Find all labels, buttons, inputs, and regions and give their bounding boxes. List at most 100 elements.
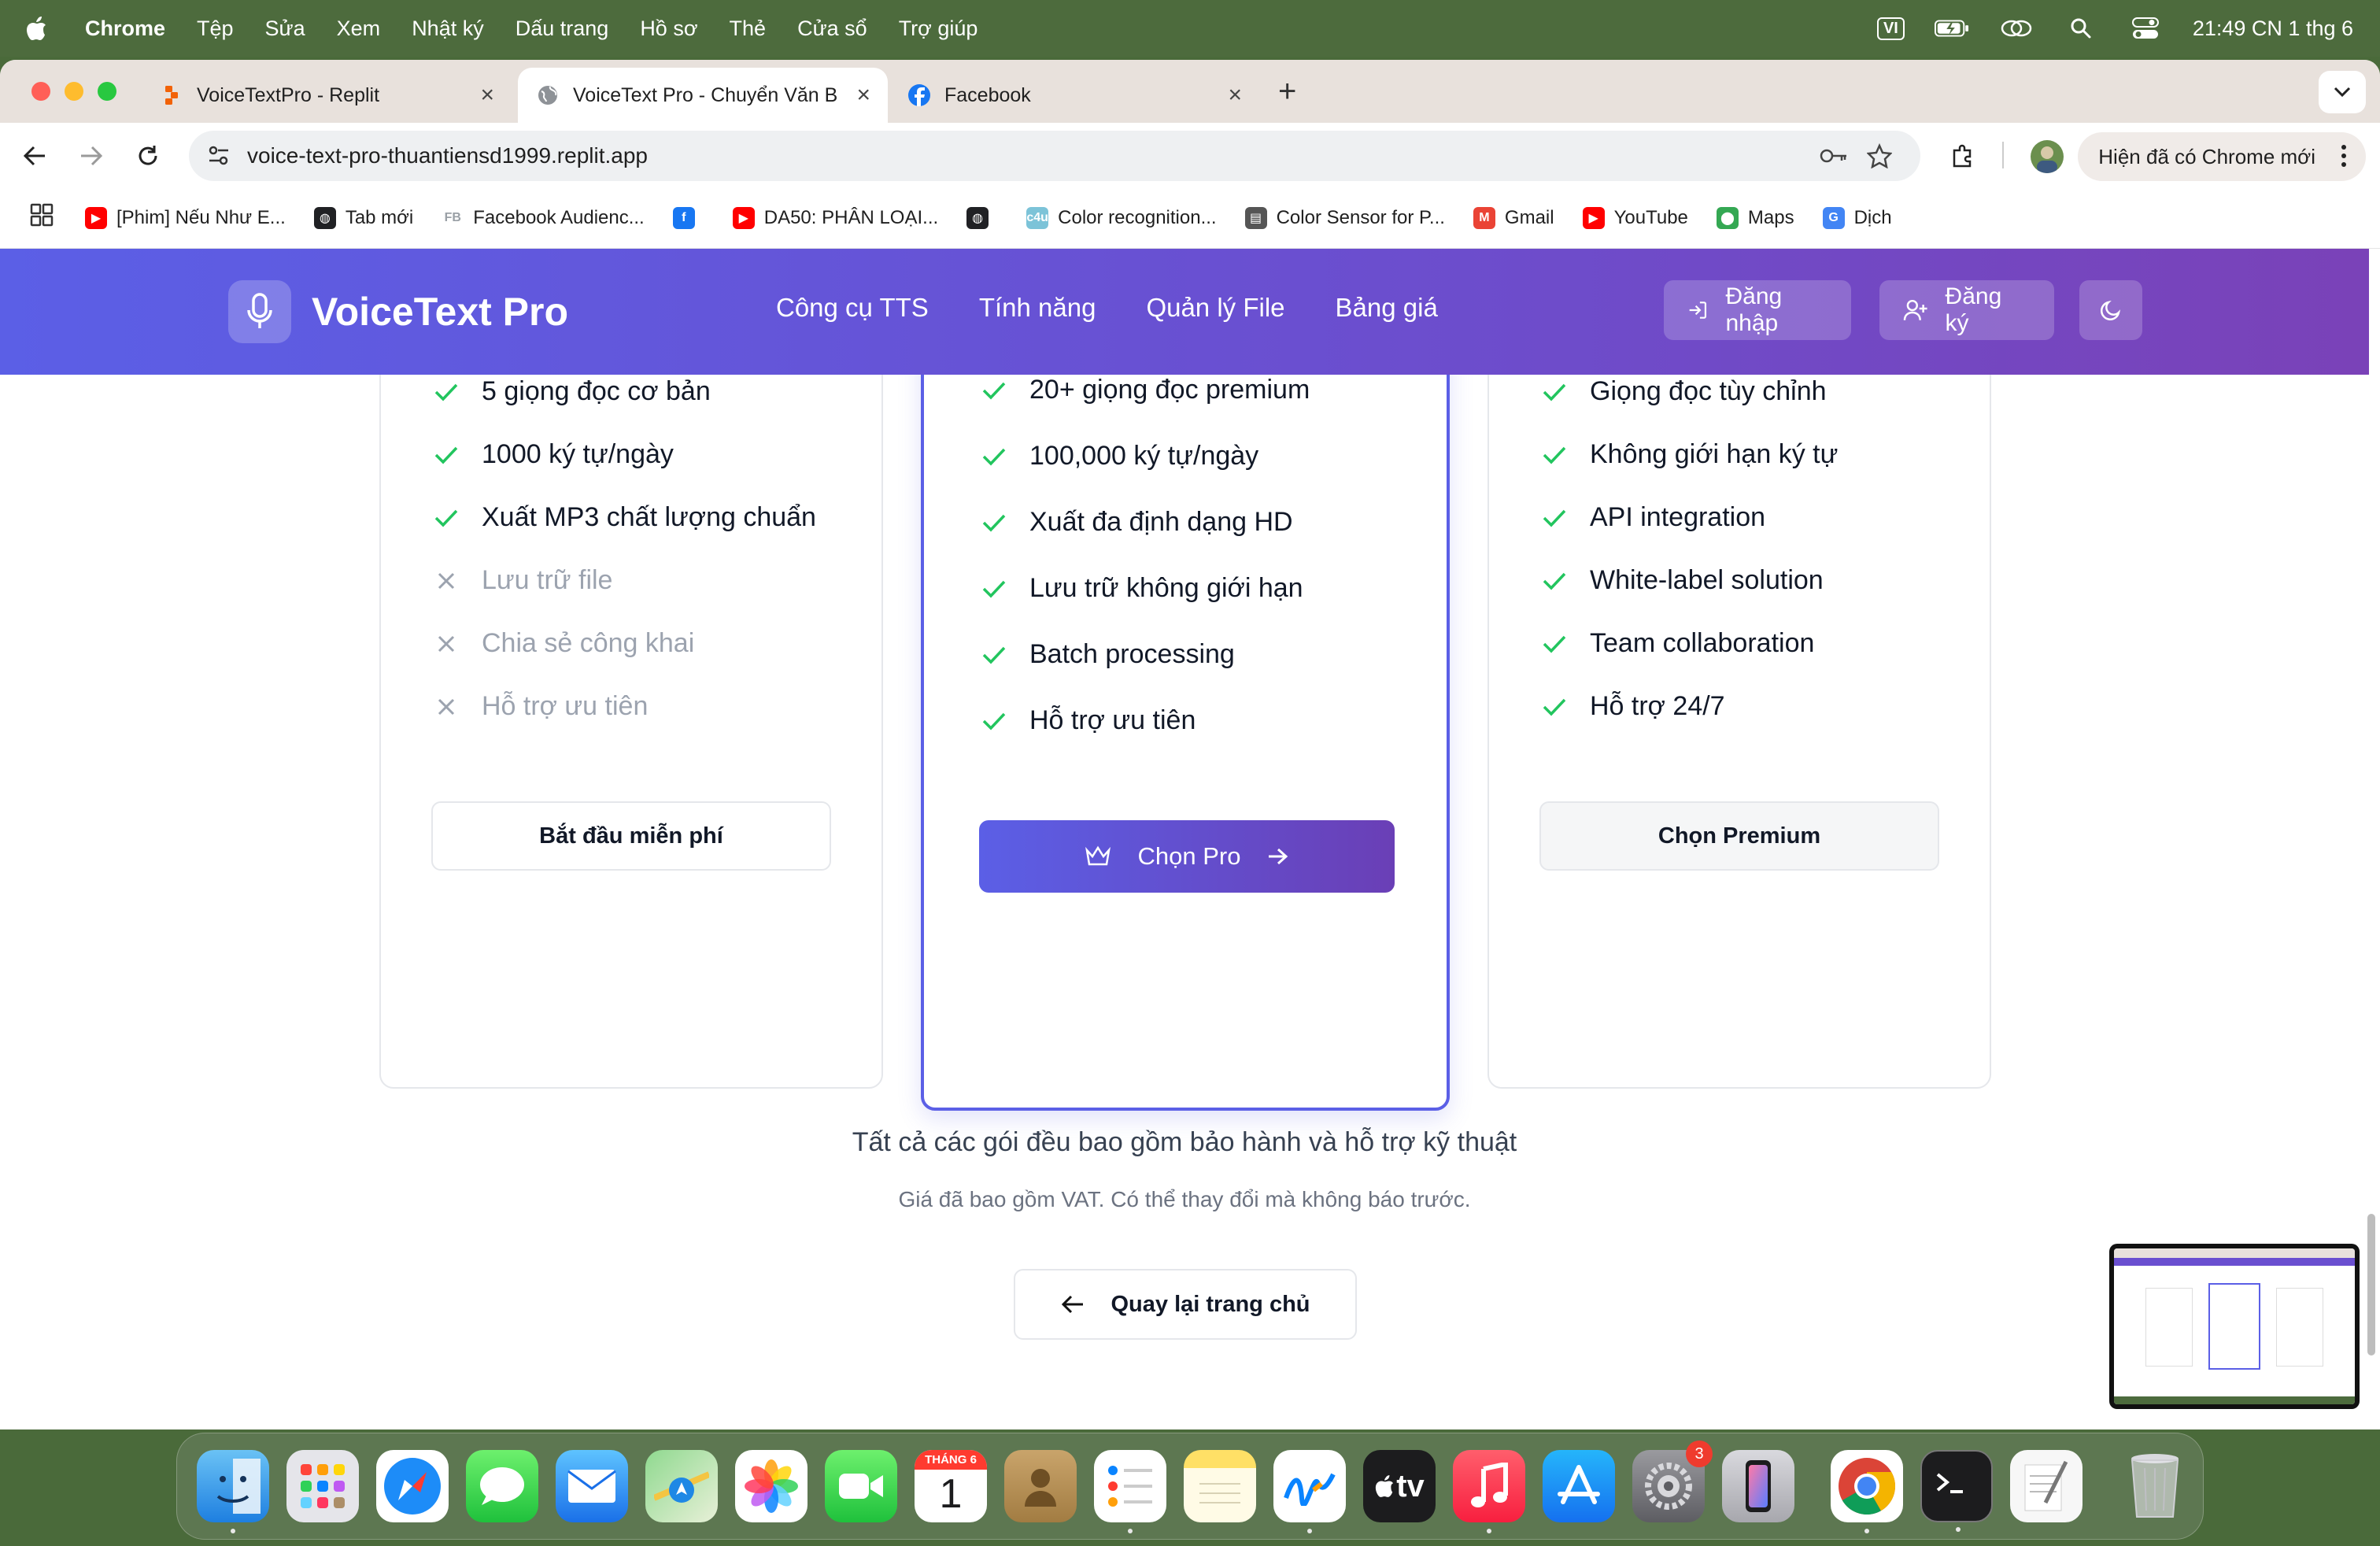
bookmark-item[interactable]: c4u Color recognition... — [1026, 206, 1217, 229]
tab-replit[interactable]: VoiceTextPro - Replit × — [142, 68, 512, 123]
new-tab-button[interactable]: + — [1278, 74, 1296, 109]
zoom-window-button[interactable] — [98, 82, 116, 101]
apps-grid-icon[interactable] — [30, 203, 54, 232]
facetime-icon[interactable] — [825, 1450, 897, 1522]
close-tab-icon[interactable]: × — [856, 82, 870, 109]
login-button[interactable]: Đăng nhập — [1664, 280, 1851, 340]
control-center-icon[interactable] — [2128, 17, 2163, 40]
apple-menu-icon[interactable] — [25, 15, 49, 42]
register-button[interactable]: Đăng ký — [1879, 280, 2054, 340]
tv-icon[interactable]: tv — [1363, 1450, 1436, 1522]
more-menu-icon[interactable] — [2341, 143, 2347, 174]
menu-bookmarks[interactable]: Dấu trang — [516, 17, 609, 41]
photos-icon[interactable] — [735, 1450, 808, 1522]
music-icon[interactable] — [1453, 1450, 1525, 1533]
profile-avatar[interactable] — [2031, 140, 2064, 173]
bookmark-item[interactable]: ◍ — [966, 206, 998, 229]
tab-search-button[interactable] — [2319, 71, 2366, 113]
bookmark-item[interactable]: ▤ Color Sensor for P... — [1244, 206, 1445, 229]
bookmark-star-icon[interactable] — [1866, 142, 1893, 174]
trash-icon[interactable] — [2119, 1450, 2191, 1522]
password-key-icon[interactable] — [1820, 145, 1848, 172]
address-bar[interactable]: voice-text-pro-thuantiensd1999.replit.ap… — [189, 131, 1920, 181]
choose-premium-button[interactable]: Chọn Premium — [1539, 801, 1939, 871]
extensions-puzzle-icon[interactable] — [1947, 140, 1979, 172]
system-settings-icon[interactable]: 3 — [1632, 1441, 1713, 1522]
bookmark-item[interactable]: ▶ DA50: PHÂN LOẠI... — [732, 206, 938, 229]
check-icon — [981, 575, 1007, 602]
app-store-icon[interactable] — [1543, 1450, 1615, 1522]
start-free-button[interactable]: Bắt đầu miễn phí — [431, 801, 831, 871]
menu-file[interactable]: Tệp — [197, 17, 234, 41]
tab-facebook[interactable]: Facebook × — [889, 68, 1259, 123]
launchpad-icon[interactable] — [286, 1450, 359, 1522]
notes-icon[interactable] — [1184, 1450, 1256, 1522]
messages-icon[interactable] — [466, 1450, 538, 1522]
tab-title: Facebook — [944, 83, 1031, 106]
site-logo[interactable]: VoiceText Pro — [228, 280, 568, 343]
bookmark-item[interactable]: f — [672, 206, 704, 229]
textedit-icon[interactable] — [2010, 1450, 2082, 1522]
screen-mirroring-icon[interactable] — [1999, 17, 2034, 40]
gmail-icon: M — [1473, 206, 1495, 229]
menu-view[interactable]: Xem — [337, 17, 381, 41]
url-text[interactable]: voice-text-pro-thuantiensd1999.replit.ap… — [247, 143, 648, 168]
nav-file-manager[interactable]: Quản lý File — [1146, 293, 1284, 323]
nav-features[interactable]: Tính năng — [979, 293, 1096, 323]
spotlight-search-icon[interactable] — [2064, 17, 2098, 40]
finder-icon[interactable] — [197, 1450, 269, 1533]
freeform-icon[interactable] — [1273, 1450, 1346, 1533]
x-icon — [433, 568, 460, 594]
chrome-icon[interactable] — [1831, 1450, 1903, 1533]
bookmark-item[interactable]: ▶ [Phim] Nếu Như E... — [85, 206, 286, 229]
site-info-icon[interactable] — [206, 143, 231, 174]
bookmark-list: ▶ [Phim] Nếu Như E... ◍ Tab mới FB Facebook A… — [85, 206, 1920, 229]
bookmark-item[interactable]: ⬤ Maps — [1716, 206, 1794, 229]
theme-toggle-button[interactable] — [2079, 280, 2142, 340]
safari-icon[interactable] — [376, 1450, 449, 1522]
menu-edit[interactable]: Sửa — [265, 17, 305, 41]
reminders-icon[interactable] — [1094, 1450, 1166, 1533]
choose-pro-button[interactable]: Chọn Pro — [979, 820, 1395, 893]
close-window-button[interactable] — [31, 82, 50, 101]
menu-app-name[interactable]: Chrome — [85, 17, 165, 41]
plan-feature: White-label solution — [1541, 565, 1824, 596]
forward-arrow-icon[interactable] — [76, 140, 107, 172]
plan-feature-text: White-label solution — [1590, 565, 1824, 595]
back-home-button[interactable]: Quay lại trang chủ — [1014, 1269, 1357, 1340]
close-tab-icon[interactable]: × — [1228, 82, 1242, 109]
nav-tts-tool[interactable]: Công cụ TTS — [776, 293, 929, 323]
menu-window[interactable]: Cửa sổ — [797, 17, 867, 41]
bookmark-item[interactable]: ◍ Tab mới — [313, 206, 413, 229]
menu-help[interactable]: Trợ giúp — [899, 17, 978, 41]
menu-profiles[interactable]: Hồ sơ — [640, 17, 697, 41]
screenshot-thumbnail[interactable] — [2109, 1244, 2360, 1409]
mail-icon[interactable] — [556, 1450, 628, 1522]
page-scrollbar[interactable] — [2367, 1214, 2375, 1356]
plan-feature: 100,000 ký tự/ngày — [981, 441, 1258, 472]
menu-tab[interactable]: Thẻ — [730, 17, 767, 41]
nav-pricing[interactable]: Bảng giá — [1336, 293, 1438, 323]
menubar-clock[interactable]: 21:49 CN 1 thg 6 — [2193, 17, 2353, 41]
terminal-icon[interactable] — [1920, 1450, 1993, 1532]
iphone-mirroring-icon[interactable] — [1722, 1450, 1794, 1522]
bookmark-item[interactable]: M Gmail — [1473, 206, 1554, 229]
thumbnail-preview — [2114, 1248, 2355, 1404]
maps-icon[interactable] — [645, 1450, 718, 1522]
youtube-icon: ▶ — [732, 206, 755, 229]
tab-voicetext-pro[interactable]: VoiceText Pro - Chuyển Văn B × — [518, 68, 888, 123]
bookmark-item[interactable]: G Dịch — [1822, 206, 1892, 229]
battery-icon[interactable] — [1934, 17, 1969, 40]
calendar-icon[interactable]: THÁNG 6 1 — [915, 1450, 987, 1522]
plan-feature: Giọng đọc tùy chỉnh — [1541, 376, 1827, 407]
close-tab-icon[interactable]: × — [480, 82, 494, 109]
reload-icon[interactable] — [132, 140, 164, 172]
bookmark-item[interactable]: FB Facebook Audienc... — [442, 207, 645, 229]
back-arrow-icon[interactable] — [19, 140, 50, 172]
contacts-icon[interactable] — [1004, 1450, 1077, 1522]
chrome-update-button[interactable]: Hiện đã có Chrome mới — [2078, 132, 2366, 181]
bookmark-item[interactable]: ▶ YouTube — [1582, 206, 1688, 229]
menu-history[interactable]: Nhật ký — [412, 17, 484, 41]
minimize-window-button[interactable] — [65, 82, 83, 101]
input-source-badge[interactable]: VI — [1876, 17, 1905, 40]
